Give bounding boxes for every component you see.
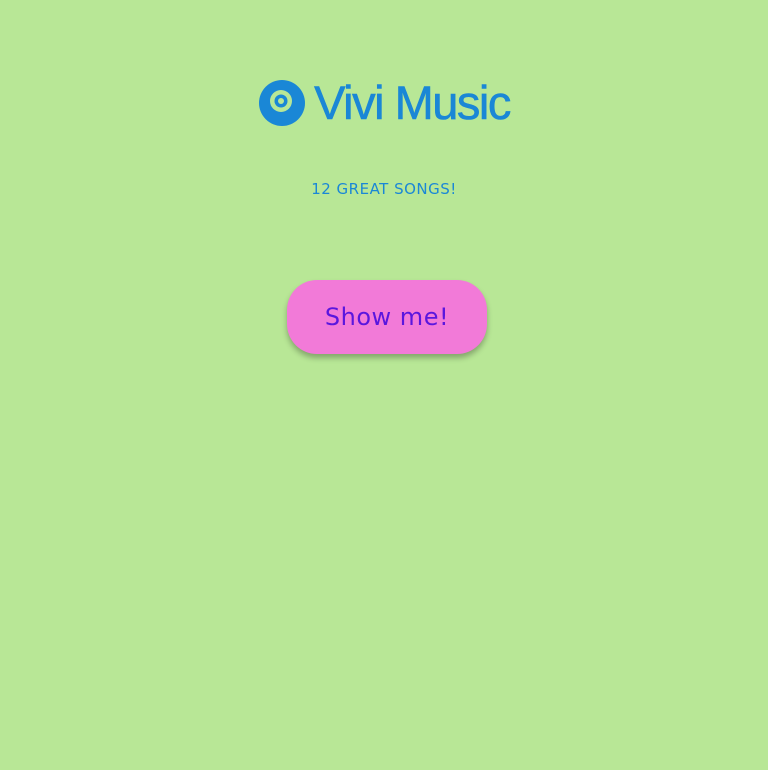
app-name: Vivi Music: [314, 76, 512, 129]
vinyl-disc-icon: [259, 80, 306, 126]
song-count-tagline: 12 GREAT SONGS!: [311, 180, 457, 198]
show-me-button[interactable]: Show me!: [287, 280, 487, 354]
app-logo: Vivi Music: [0, 76, 768, 129]
